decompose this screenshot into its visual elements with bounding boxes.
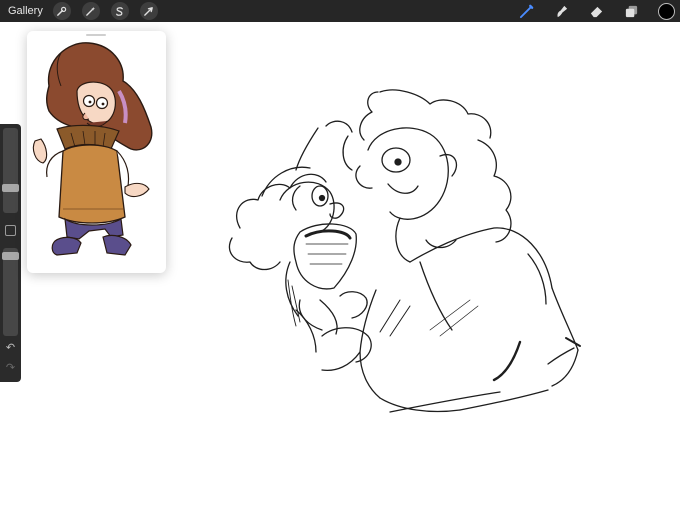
smudge-tool-button[interactable] (551, 1, 571, 21)
adjustments-button[interactable] (81, 2, 100, 20)
brush-tool-button[interactable] (516, 1, 536, 21)
eraser-tool-button[interactable] (586, 1, 606, 21)
smudge-icon (557, 5, 567, 17)
color-picker-button[interactable] (658, 2, 675, 20)
actions-button[interactable] (52, 2, 71, 20)
layers-button[interactable] (621, 1, 641, 21)
top-toolbar: Gallery (0, 0, 680, 22)
eraser-icon (590, 6, 602, 17)
selection-s-icon (116, 6, 124, 16)
tool-group (501, 0, 680, 22)
magic-wand-icon (86, 6, 96, 16)
selection-button[interactable] (110, 2, 129, 20)
transform-arrow-icon (144, 6, 154, 16)
layers-icon (625, 5, 637, 17)
transform-button[interactable] (139, 2, 158, 20)
brush-icon (519, 4, 533, 18)
wrench-icon (57, 6, 67, 16)
gallery-button[interactable]: Gallery (8, 5, 43, 17)
canvas-sketch[interactable] (0, 22, 680, 510)
